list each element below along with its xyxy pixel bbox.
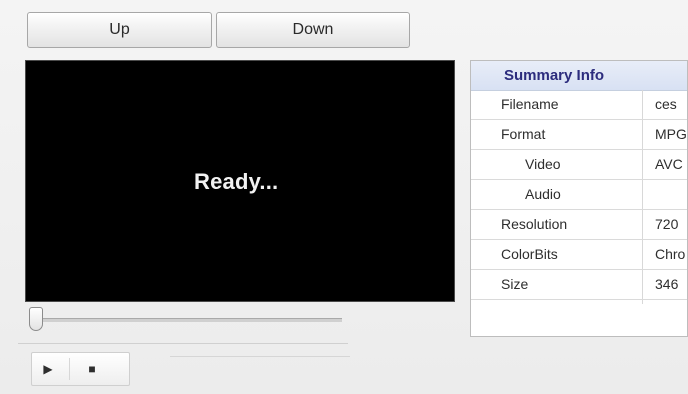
media-window: Up Down Ready... ▶ ■ Summary Info Filena… xyxy=(0,0,688,394)
resolution-value: 720 xyxy=(655,216,679,232)
resolution-label: Resolution xyxy=(501,216,568,232)
format-value: MPG xyxy=(655,126,687,142)
size-value: 346 xyxy=(655,276,679,292)
format-label: Format xyxy=(501,126,546,142)
playback-controls: ▶ ■ xyxy=(31,352,130,386)
summary-row-filename: Filename ces xyxy=(471,90,687,120)
summary-row-audio: Audio xyxy=(471,180,687,210)
summary-row-resolution: Resolution 720 xyxy=(471,210,687,240)
seek-slider-track[interactable] xyxy=(30,318,342,322)
audio-label: Audio xyxy=(525,186,561,202)
ready-status: Ready... xyxy=(194,169,279,194)
filename-value: ces xyxy=(655,96,677,112)
bottom-rule xyxy=(170,356,350,357)
control-separator xyxy=(69,358,70,380)
summary-info-panel: Summary Info Filename ces Format MPG Vid… xyxy=(470,60,688,337)
play-button[interactable]: ▶ xyxy=(36,359,60,379)
up-button[interactable]: Up xyxy=(27,12,212,48)
colorbits-value: Chro xyxy=(655,246,686,262)
filename-label: Filename xyxy=(501,96,559,112)
video-value: AVC xyxy=(655,156,683,172)
play-icon: ▶ xyxy=(43,362,53,376)
video-label: Video xyxy=(525,156,561,172)
summary-info-title: Summary Info xyxy=(504,67,605,84)
video-preview: Ready... xyxy=(25,60,455,302)
summary-row-colorbits: ColorBits Chro xyxy=(471,240,687,270)
stop-icon: ■ xyxy=(88,362,96,376)
control-divider xyxy=(18,343,348,344)
stop-button[interactable]: ■ xyxy=(80,359,104,379)
summary-row-size: Size 346 xyxy=(471,270,687,300)
down-button[interactable]: Down xyxy=(216,12,410,48)
colorbits-label: ColorBits xyxy=(501,246,558,262)
summary-row-format: Format MPG xyxy=(471,120,687,150)
summary-row-video: Video AVC xyxy=(471,150,687,180)
summary-info-header: Summary Info xyxy=(471,61,687,91)
size-label: Size xyxy=(501,276,529,292)
seek-slider-thumb[interactable] xyxy=(29,307,43,331)
